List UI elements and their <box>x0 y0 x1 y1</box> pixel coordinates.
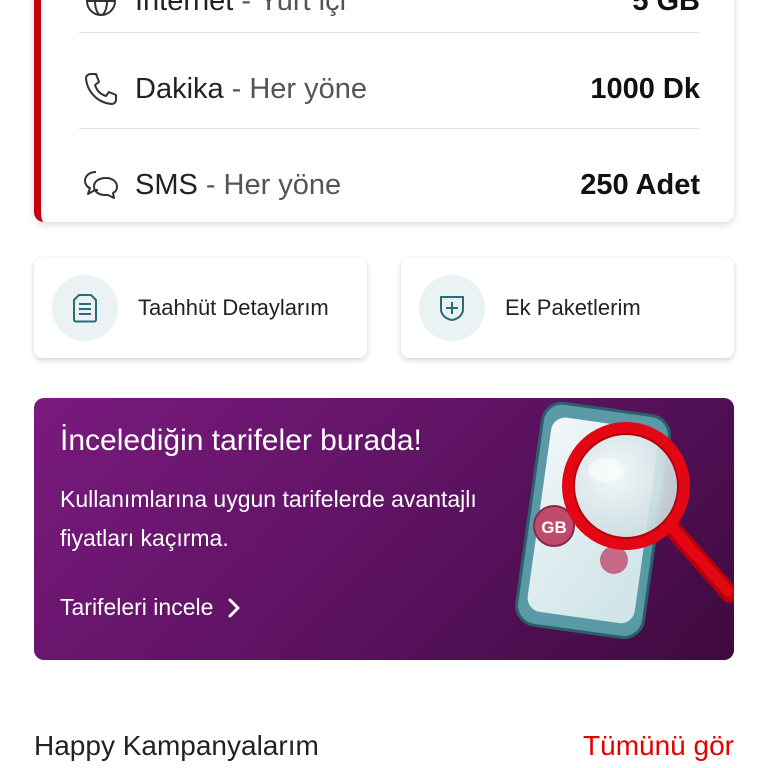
tariff-promo-banner[interactable]: İncelediğin tarifeler burada! Kullanımla… <box>34 398 734 660</box>
usage-row-sms: SMS - Her yöne 250 Adet <box>81 154 700 216</box>
usage-subtitle: Her yöne <box>249 72 367 105</box>
usage-title: İnternet <box>135 0 234 17</box>
commitment-details-label: Taahhüt Detaylarım <box>138 295 329 320</box>
usage-row-minutes: Dakika - Her yöne 1000 Dk <box>81 58 700 120</box>
phone-magnifier-illustration: GB <box>515 401 734 640</box>
document-icon <box>52 275 118 341</box>
divider <box>79 128 700 129</box>
promo-headline: İncelediğin tarifeler burada! <box>60 424 422 457</box>
usage-subtitle: Her yöne <box>223 168 342 201</box>
usage-subtitle: Yurt içi <box>259 0 347 17</box>
usage-title: Dakika <box>135 72 224 105</box>
see-all-link[interactable]: Tümünü gör <box>583 730 734 762</box>
promo-cta-label: Tarifeleri incele <box>60 594 214 620</box>
usage-title: SMS <box>135 168 198 201</box>
usage-amount: 5 GB <box>632 0 700 17</box>
usage-separator: - <box>231 72 242 105</box>
divider <box>79 32 700 33</box>
gb-badge-text: GB <box>541 518 567 537</box>
chat-bubbles-icon <box>81 165 121 205</box>
addon-packages-label: Ek Paketlerim <box>505 295 641 320</box>
phone-icon <box>81 69 121 109</box>
campaigns-section-title: Happy Kampanyalarım <box>34 730 319 761</box>
tariff-usage-card: İnternet - Yurt içi 5 GB Dakika - Her yö… <box>34 0 734 222</box>
globe-icon <box>81 0 121 21</box>
usage-amount: 1000 Dk <box>590 72 700 105</box>
usage-amount: 250 Adet <box>580 168 700 201</box>
promo-cta-link[interactable]: Tarifeleri incele <box>60 594 241 621</box>
chevron-right-icon <box>227 597 241 619</box>
usage-separator: - <box>205 168 216 201</box>
usage-separator: - <box>241 0 252 17</box>
addon-packages-button[interactable]: Ek Paketlerim <box>401 258 734 358</box>
promo-body: Kullanımlarına uygun tarifelerde avantaj… <box>60 486 477 551</box>
plus-shield-icon <box>419 275 485 341</box>
commitment-details-button[interactable]: Taahhüt Detaylarım <box>34 258 367 358</box>
usage-row-internet: İnternet - Yurt içi 5 GB <box>81 0 700 32</box>
